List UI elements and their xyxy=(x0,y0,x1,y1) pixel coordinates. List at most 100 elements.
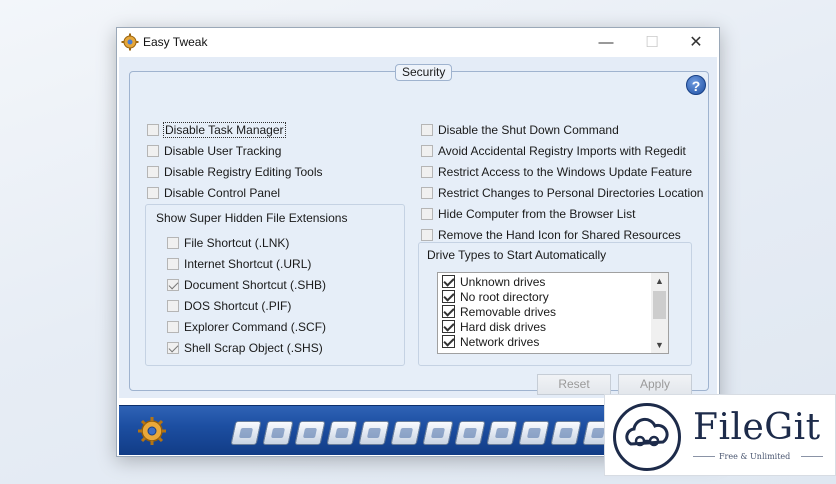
watermark-subtitle: Free & Unlimited xyxy=(719,452,791,461)
list-item[interactable]: Hard disk drives xyxy=(442,319,546,334)
checkbox[interactable] xyxy=(147,166,159,178)
minimize-button[interactable]: — xyxy=(583,28,629,56)
apply-button[interactable]: Apply xyxy=(618,374,692,395)
option-label: Restrict Changes to Personal Directories… xyxy=(438,186,704,200)
app-gear-icon xyxy=(121,33,139,51)
title-bar[interactable]: Easy Tweak — ☐ ✕ xyxy=(117,28,719,56)
help-icon[interactable]: ? xyxy=(686,75,706,95)
list-scrollbar[interactable]: ▲ ▼ xyxy=(651,273,668,353)
option-disable-control-panel[interactable]: Disable Control Panel xyxy=(147,185,280,201)
checkbox[interactable] xyxy=(421,124,433,136)
option-label: Disable Task Manager xyxy=(163,122,286,138)
checkbox[interactable] xyxy=(442,290,455,303)
checkbox[interactable] xyxy=(442,275,455,288)
watermark-title: FileGit xyxy=(693,407,821,448)
filegit-watermark: FileGit Free & Unlimited xyxy=(604,394,836,476)
checkbox[interactable] xyxy=(167,237,179,249)
list-item[interactable]: Unknown drives xyxy=(442,274,545,289)
drive-icon[interactable] xyxy=(262,421,294,445)
ext-dos-shortcut[interactable]: DOS Shortcut (.PIF) xyxy=(167,298,291,314)
item-label: Unknown drives xyxy=(460,274,546,289)
close-button[interactable]: ✕ xyxy=(673,28,719,56)
option-label: Remove the Hand Icon for Shared Resource… xyxy=(438,228,681,242)
checkbox[interactable] xyxy=(442,335,455,348)
checkbox[interactable] xyxy=(421,208,433,220)
option-label: Disable the Shut Down Command xyxy=(438,123,619,137)
option-label: Document Shortcut (.SHB) xyxy=(184,278,327,292)
ext-internet-shortcut[interactable]: Internet Shortcut (.URL) xyxy=(167,256,311,272)
ext-file-shortcut[interactable]: File Shortcut (.LNK) xyxy=(167,235,289,251)
option-disable-user-tracking[interactable]: Disable User Tracking xyxy=(147,143,281,159)
option-label: File Shortcut (.LNK) xyxy=(184,236,290,250)
checkbox[interactable] xyxy=(167,342,179,354)
list-item[interactable]: Network drives xyxy=(442,334,539,349)
scroll-down-arrow-icon[interactable]: ▼ xyxy=(651,337,668,353)
ext-shell-scrap[interactable]: Shell Scrap Object (.SHS) xyxy=(167,340,323,356)
disc-icon[interactable] xyxy=(358,421,390,445)
checkbox[interactable] xyxy=(167,300,179,312)
option-label: Disable Registry Editing Tools xyxy=(164,165,323,179)
option-restrict-personal-dirs[interactable]: Restrict Changes to Personal Directories… xyxy=(421,185,703,201)
checkbox[interactable] xyxy=(421,229,433,241)
checkbox[interactable] xyxy=(147,145,159,157)
ext-document-shortcut[interactable]: Document Shortcut (.SHB) xyxy=(167,277,326,293)
ext-explorer-command[interactable]: Explorer Command (.SCF) xyxy=(167,319,326,335)
option-disable-registry-editing[interactable]: Disable Registry Editing Tools xyxy=(147,164,323,180)
checkbox[interactable] xyxy=(442,305,455,318)
checkbox[interactable] xyxy=(421,145,433,157)
reset-button[interactable]: Reset xyxy=(537,374,611,395)
gears-icon[interactable] xyxy=(518,421,550,445)
drive-types-list[interactable]: Unknown drives No root directory Removab… xyxy=(437,272,669,354)
easy-tweak-window: Easy Tweak — ☐ ✕ Security ? Disable Task… xyxy=(116,27,720,457)
folder-icon[interactable] xyxy=(422,421,454,445)
divider xyxy=(801,456,823,457)
security-panel: Security ? Disable Task Manager Disable … xyxy=(129,64,709,395)
option-label: Shell Scrap Object (.SHS) xyxy=(184,341,323,355)
option-label: Avoid Accidental Registry Imports with R… xyxy=(438,144,686,158)
item-label: No root directory xyxy=(460,289,549,304)
pen-icon[interactable] xyxy=(326,421,358,445)
settings-gear-icon[interactable] xyxy=(135,415,169,447)
option-label: Restrict Access to the Windows Update Fe… xyxy=(438,165,693,179)
checkbox[interactable] xyxy=(442,320,455,333)
checkbox[interactable] xyxy=(167,279,179,291)
option-label: Disable User Tracking xyxy=(164,144,282,158)
scroll-up-arrow-icon[interactable]: ▲ xyxy=(651,273,668,289)
option-avoid-registry-imports[interactable]: Avoid Accidental Registry Imports with R… xyxy=(421,143,686,159)
option-disable-task-manager[interactable]: Disable Task Manager xyxy=(147,122,286,138)
scroll-thumb[interactable] xyxy=(653,291,666,319)
envelope-icon[interactable] xyxy=(486,421,518,445)
extensions-heading: Show Super Hidden File Extensions xyxy=(156,211,348,225)
checkbox[interactable] xyxy=(167,258,179,270)
checkbox[interactable] xyxy=(147,124,159,136)
option-disable-shutdown[interactable]: Disable the Shut Down Command xyxy=(421,122,619,138)
option-remove-hand-icon[interactable]: Remove the Hand Icon for Shared Resource… xyxy=(421,227,681,243)
divider xyxy=(693,456,715,457)
option-label: Internet Shortcut (.URL) xyxy=(184,257,312,271)
checkbox[interactable] xyxy=(421,166,433,178)
window-title: Easy Tweak xyxy=(143,35,208,49)
paint-icon[interactable] xyxy=(454,421,486,445)
client-area: Security ? Disable Task Manager Disable … xyxy=(119,57,717,398)
option-label: Explorer Command (.SCF) xyxy=(184,320,327,334)
checkbox[interactable] xyxy=(147,187,159,199)
list-item[interactable]: No root directory xyxy=(442,289,549,304)
checkbox[interactable] xyxy=(167,321,179,333)
window-icon[interactable] xyxy=(390,421,422,445)
security-icon[interactable] xyxy=(550,421,582,445)
option-label: DOS Shortcut (.PIF) xyxy=(184,299,292,313)
checkbox[interactable] xyxy=(421,187,433,199)
list-item[interactable]: Removable drives xyxy=(442,304,556,319)
option-restrict-windows-update[interactable]: Restrict Access to the Windows Update Fe… xyxy=(421,164,692,180)
item-label: Network drives xyxy=(460,334,540,349)
item-label: Removable drives xyxy=(460,304,557,319)
maximize-button[interactable]: ☐ xyxy=(629,28,675,56)
option-label: Hide Computer from the Browser List xyxy=(438,207,636,221)
option-label: Disable Control Panel xyxy=(164,186,281,200)
globe-icon[interactable] xyxy=(230,421,262,445)
display-icon[interactable] xyxy=(294,421,326,445)
option-hide-computer[interactable]: Hide Computer from the Browser List xyxy=(421,206,635,222)
filegit-logo-icon xyxy=(613,403,681,471)
panel-caption: Security xyxy=(395,64,453,81)
drives-heading: Drive Types to Start Automatically xyxy=(427,248,607,262)
